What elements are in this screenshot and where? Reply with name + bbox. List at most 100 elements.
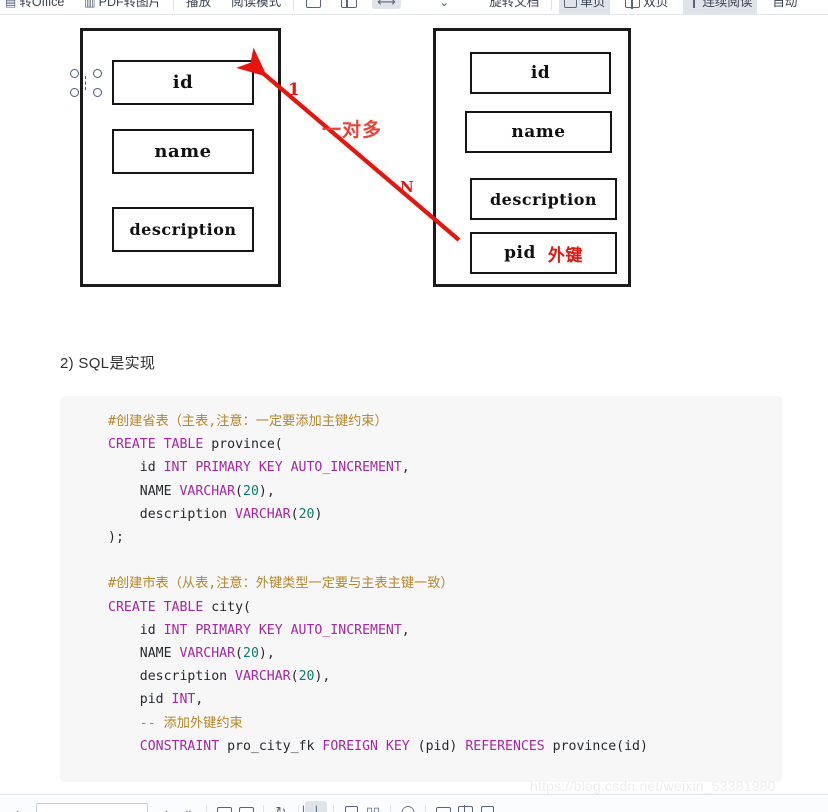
- toolbar-item-fit-horizontal[interactable]: ⟷: [372, 0, 401, 9]
- rotate-icon[interactable]: ↻: [270, 801, 292, 812]
- pdf-to-image-icon: ▥: [84, 0, 96, 9]
- snapshot-icon[interactable]: [454, 801, 476, 812]
- last-page-icon[interactable]: »: [178, 801, 200, 812]
- fit-page-icon: [306, 0, 322, 8]
- toolbar-divider: [425, 805, 426, 812]
- relationship-label: 一对多: [322, 115, 382, 142]
- code-block[interactable]: #创建省表（主表,注意：一定要添加主键约束） CREATE TABLE prov…: [60, 396, 782, 782]
- toolbar-item-fit-page[interactable]: [301, 0, 326, 10]
- continuous-read-icon: [688, 0, 699, 8]
- code-token: INT: [171, 692, 196, 708]
- select-text-icon[interactable]: [340, 801, 362, 812]
- double-page-icon[interactable]: ▯▯: [362, 801, 384, 812]
- code-token: #创建市表（从表,注意：外键类型一定要与主表主键一致）: [108, 576, 454, 592]
- code-token: (: [235, 483, 243, 499]
- code-token: VARCHAR: [235, 669, 291, 685]
- code-token: pro_city_fk: [219, 738, 323, 754]
- city-field-description[interactable]: description: [470, 178, 617, 220]
- toolbar-divider: [298, 805, 299, 812]
- toolbar-item-fit-width[interactable]: [336, 0, 362, 10]
- province-field-name[interactable]: name: [112, 129, 254, 174]
- code-token: ),: [258, 483, 275, 499]
- top-toolbar: ▤ 转Office ▥ PDF转图片 播放 阅读模式 ⟷ ⌃ ⌄ 旋转文档 单页…: [0, 0, 828, 15]
- fit-page-icon[interactable]: [213, 801, 235, 812]
- code-token: (: [290, 669, 299, 685]
- watermark: https://blog.csdn.net/weixin_53381980: [530, 778, 776, 794]
- province-field-name-label: name: [154, 141, 212, 162]
- code-token: CONSTRAINT: [139, 738, 220, 754]
- code-token: id: [108, 622, 164, 638]
- code-token: ),: [314, 669, 331, 685]
- province-entity[interactable]: id name description: [80, 28, 281, 287]
- page-number-input[interactable]: [36, 803, 148, 812]
- single-page-icon: [564, 0, 578, 8]
- code-token: description: [108, 669, 236, 685]
- bottom-toolbar: ‹ › » ↻ ⎸⎸ ▯▯ ◯: [0, 794, 828, 812]
- code-token: NAME: [108, 646, 180, 662]
- code-token: ,: [401, 622, 410, 638]
- toolbar-label-office-convert: 转Office: [19, 0, 65, 9]
- toolbar-divider: [293, 0, 295, 10]
- zoom-out-icon[interactable]: ◯: [397, 801, 419, 812]
- code-token: #创建省表（主表,注意：一定要添加主键约束）: [108, 414, 388, 429]
- note-icon[interactable]: [476, 801, 498, 812]
- prev-page-icon[interactable]: ‹: [6, 801, 28, 812]
- toolbar-item-office-convert[interactable]: ▤ 转Office: [0, 0, 69, 14]
- toolbar-label-rotate-document: 旋转文档: [489, 0, 540, 9]
- toolbar-item-pdf-to-image[interactable]: ▥ PDF转图片: [79, 0, 166, 14]
- toolbar-item-double-page[interactable]: 双页: [620, 0, 673, 14]
- double-page-icon: [625, 0, 641, 9]
- fit-width-icon[interactable]: [235, 801, 257, 812]
- city-field-id-label: id: [530, 63, 551, 83]
- toolbar-item-continuous-read[interactable]: 连续阅读: [683, 0, 758, 14]
- city-field-name-label: name: [511, 122, 566, 142]
- toolbar-item-play[interactable]: 播放: [181, 0, 216, 14]
- city-entity[interactable]: id name description pid 外键: [433, 28, 631, 287]
- code-token: TABLE: [163, 599, 204, 615]
- toolbar-item-rotate-document[interactable]: 旋转文档: [484, 0, 544, 14]
- office-convert-icon: ▤: [5, 0, 17, 9]
- toolbar-label-double-page: 双页: [643, 0, 669, 9]
- city-field-name[interactable]: name: [465, 111, 612, 153]
- code-token: INT PRIMARY KEY AUTO_INCREMENT: [163, 622, 402, 638]
- selection-handle-top-right[interactable]: [93, 69, 102, 78]
- code-token: pid: [108, 692, 172, 708]
- code-token: 20: [298, 669, 315, 685]
- toolbar-item-single-page[interactable]: 单页: [559, 0, 611, 14]
- code-token: -- 添加外键约束: [108, 715, 243, 731]
- toolbar-item-auto[interactable]: 自动: [767, 0, 802, 14]
- toolbar-item-rotate-caret[interactable]: ⌃ ⌄: [421, 0, 454, 14]
- selection-handle-top-left[interactable]: [70, 69, 79, 78]
- code-token: province(: [211, 437, 283, 453]
- city-field-id[interactable]: id: [470, 52, 611, 94]
- foreign-key-tag: 外键: [547, 245, 583, 266]
- zoom-fit-icon[interactable]: [432, 801, 454, 812]
- selection-handle-bottom-left[interactable]: [70, 88, 79, 97]
- code-token: (pid): [409, 738, 466, 754]
- toolbar-item-reading-mode[interactable]: 阅读模式: [226, 0, 286, 14]
- cardinality-one-label: 1: [288, 80, 300, 100]
- toolbar-divider: [206, 805, 207, 812]
- code-content: #创建省表（主表,注意：一定要添加主键约束） CREATE TABLE prov…: [60, 410, 782, 782]
- hand-tool-icon[interactable]: ⎸⎸: [303, 801, 329, 812]
- code-token: id: [108, 460, 164, 476]
- code-token: NAME: [108, 483, 180, 499]
- code-token: VARCHAR: [179, 483, 236, 499]
- er-diagram: id name description id name description …: [0, 14, 828, 334]
- toolbar-divider: [263, 805, 264, 812]
- code-token: 20: [243, 483, 259, 499]
- toolbar-divider: [390, 805, 391, 812]
- city-field-pid[interactable]: pid 外键: [470, 232, 617, 274]
- code-token: province(id): [544, 738, 648, 754]
- cardinality-n-text: N: [400, 178, 414, 196]
- selection-handle-connector: [85, 76, 86, 90]
- next-page-icon[interactable]: ›: [156, 801, 178, 812]
- province-field-id[interactable]: id: [112, 60, 254, 105]
- code-token: FOREIGN KEY: [322, 738, 410, 754]
- selection-handle-bottom-right[interactable]: [93, 88, 102, 97]
- toolbar-divider: [551, 0, 553, 10]
- province-field-description[interactable]: description: [112, 207, 254, 252]
- toolbar-label-single-page: 单页: [580, 0, 606, 9]
